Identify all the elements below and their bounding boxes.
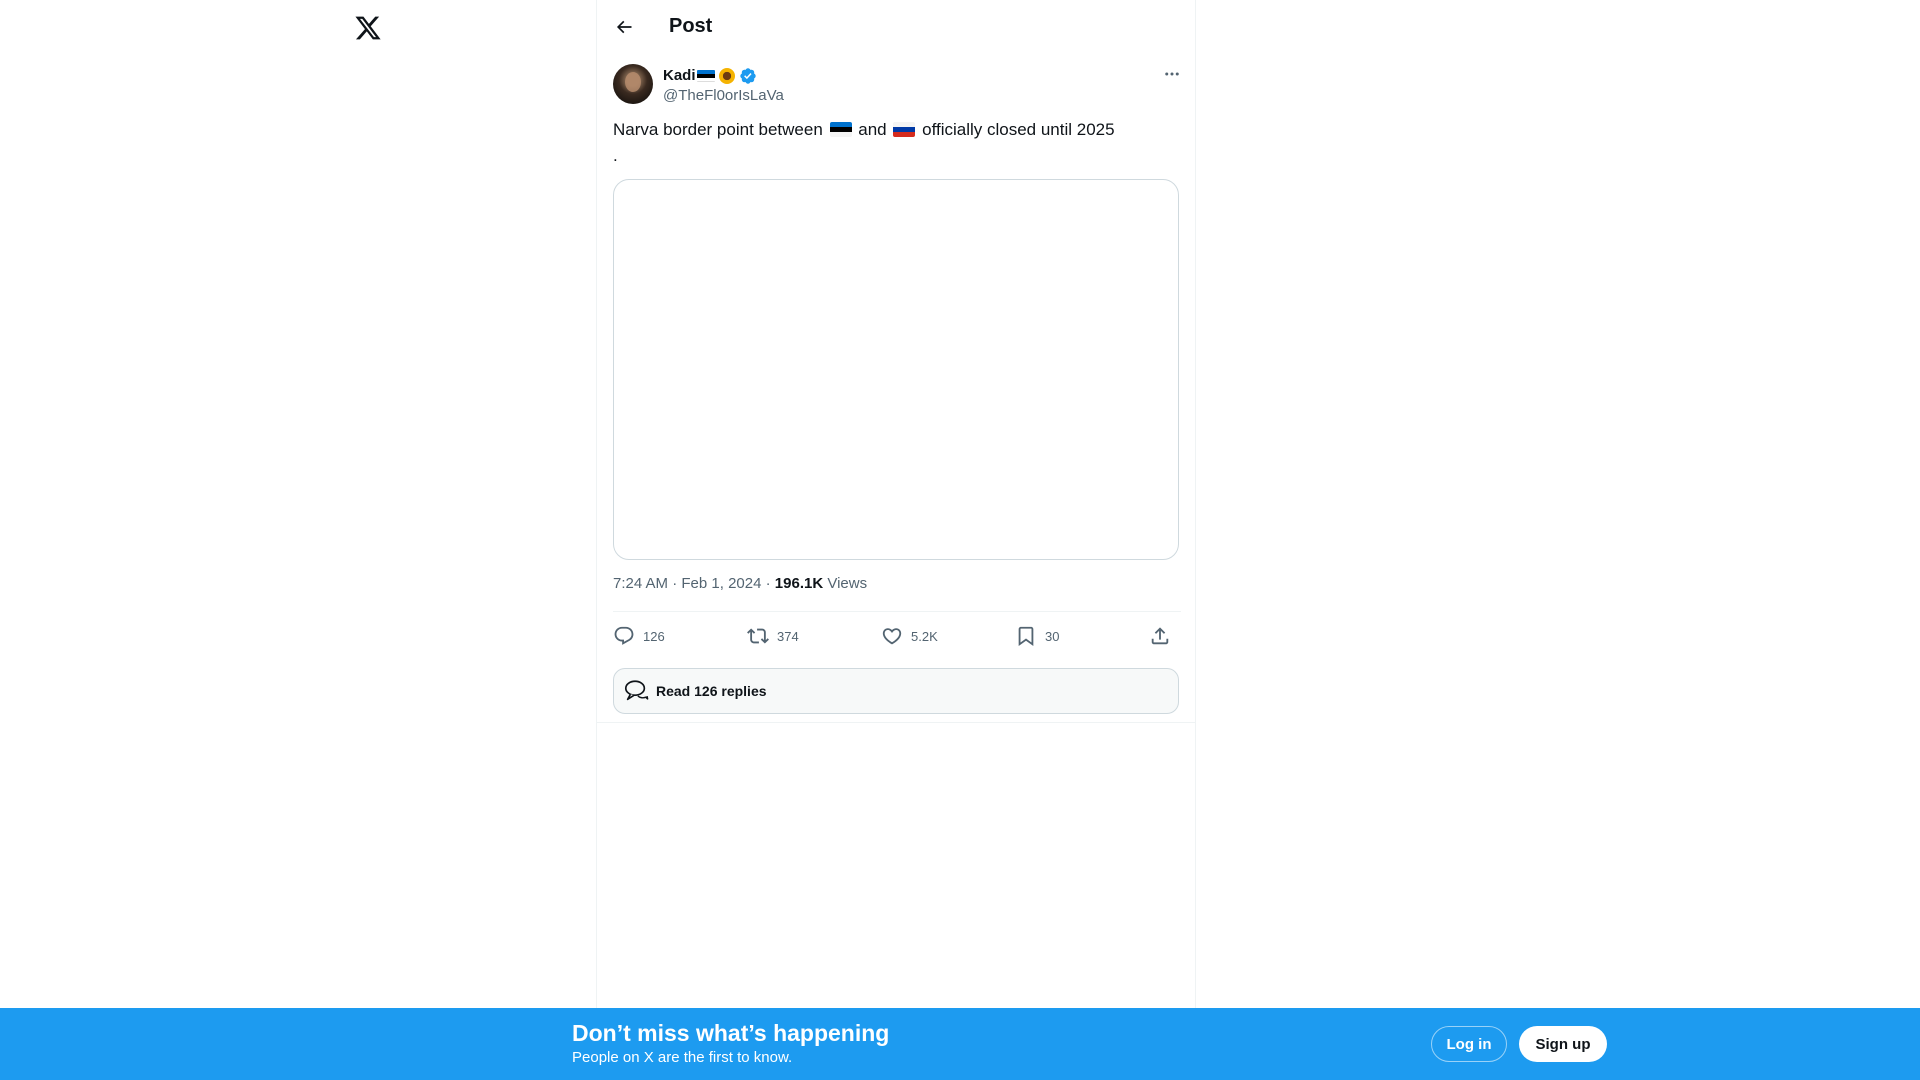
tweet-date[interactable]: Feb 1, 2024 [681,575,761,592]
estonia-flag-icon [829,122,852,137]
tweet-text-dot: . [613,146,618,165]
russia-flag-icon [893,122,916,137]
tweet-media[interactable] [613,179,1179,560]
banner-subtitle: People on X are the first to know. [572,1049,793,1066]
meta-separator: · [765,575,771,592]
heart-icon [882,628,902,645]
login-button[interactable]: Log in [1431,1026,1507,1062]
bookmark-count: 30 [1045,628,1060,644]
signup-button[interactable]: Sign up [1519,1026,1607,1062]
meta-separator: · [672,575,678,592]
arrow-left-icon [616,20,632,34]
reply-count: 126 [643,628,665,644]
reply-button[interactable]: 126 [613,622,665,650]
bookmark-icon [1018,626,1034,647]
tweet-time[interactable]: 7:24 AM [613,575,668,592]
bookmark-button[interactable]: 30 [1015,622,1059,650]
more-dots-icon [1165,72,1179,76]
chat-bubbles-icon [622,677,650,705]
author-name-row[interactable]: Kadi [663,66,757,86]
avatar[interactable] [613,64,653,104]
page-title: Post [669,15,713,37]
like-button[interactable]: 5.2K [881,622,938,650]
tweet-text: Narva border point between and officiall… [613,118,1181,142]
tweet-actions: 126 374 5.2K 30 [613,622,1181,650]
tweet-author: Kadi @TheFl0orIsLaVa [613,64,1181,108]
tweet-meta: 7:24 AM · Feb 1, 2024 · 196.1K Views [613,574,867,594]
repost-button[interactable]: 374 [747,622,799,650]
like-count: 5.2K [911,628,938,644]
reply-icon [614,626,634,645]
tweet-text-part: Narva border point between [613,120,823,139]
repost-icon [747,628,769,644]
divider [613,611,1181,612]
views-label: Views [827,575,868,592]
author-handle[interactable]: @TheFl0orIsLaVa [663,86,784,106]
more-options-button[interactable] [1147,64,1181,84]
author-display-name[interactable]: Kadi [663,66,696,86]
read-replies-button[interactable]: Read 126 replies [613,668,1179,714]
tweet-text-part: and [858,120,887,139]
share-icon [1151,627,1169,645]
x-logo-icon[interactable] [354,14,382,42]
sunflower-icon [718,68,735,84]
signup-banner: Don’t miss what’s happening People on X … [0,1008,1920,1080]
tweet-text-part: officially closed until 2025 [922,120,1115,139]
estonia-flag-icon [696,70,715,82]
views-count: 196.1K [774,575,824,592]
banner-title: Don’t miss what’s happening [572,1020,890,1046]
read-replies-label: Read 126 replies [656,683,767,699]
post-header: Post [597,0,1195,53]
share-button[interactable] [1149,622,1171,650]
back-button[interactable] [607,10,641,44]
divider [597,722,1195,723]
verified-badge-icon [739,68,756,84]
repost-count: 374 [777,628,799,644]
primary-column: Post Kadi @TheFl0orIsLaVa Narva border p… [596,0,1196,1080]
